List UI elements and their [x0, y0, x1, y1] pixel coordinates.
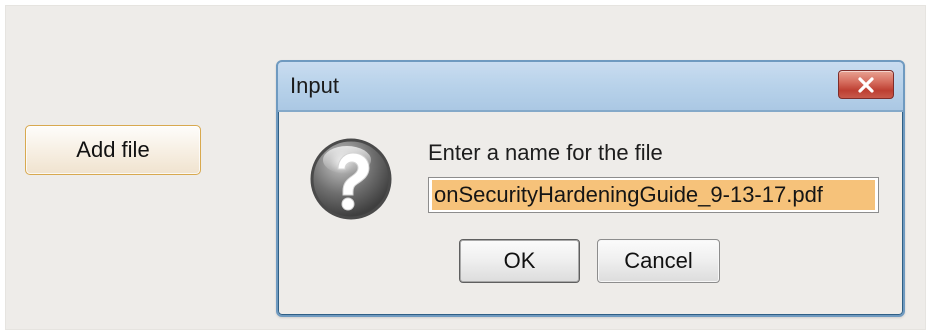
dialog-body: Enter a name for the file onSecurityHard… [278, 112, 903, 315]
input-dialog: Input Enter a name for the file onSecuri… [276, 60, 905, 317]
dialog-title: Input [290, 73, 339, 98]
close-icon [858, 76, 874, 93]
filename-input[interactable]: onSecurityHardeningGuide_9-13-17.pdf [428, 177, 879, 213]
dialog-titlebar[interactable]: Input [278, 62, 903, 112]
filename-input-value[interactable]: onSecurityHardeningGuide_9-13-17.pdf [432, 180, 875, 210]
question-icon [310, 138, 392, 220]
ok-button[interactable]: OK [459, 239, 580, 283]
close-button[interactable] [838, 70, 894, 99]
filename-prompt-label: Enter a name for the file [428, 140, 663, 165]
cancel-button[interactable]: Cancel [597, 239, 720, 283]
add-file-button[interactable]: Add file [25, 125, 201, 175]
